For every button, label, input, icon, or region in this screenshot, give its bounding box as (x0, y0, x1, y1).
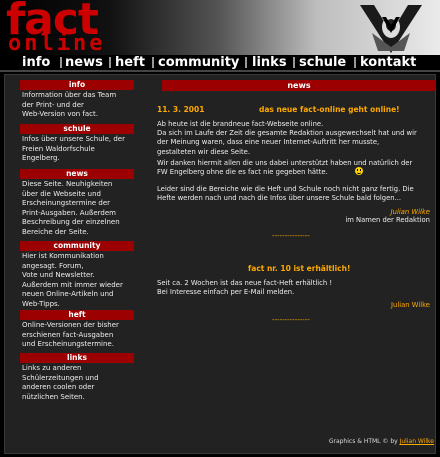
news-divider: --------------- (272, 232, 310, 240)
sidebar-heading[interactable]: heft (20, 310, 134, 320)
sidebar-section-news: news Diese Seite. Neuhigkeiten über die … (20, 169, 134, 237)
sidebar-description: Online-Versionen der bisher erschienen f… (22, 321, 119, 348)
sidebar-description: Hier ist Kommunikation angesagt. Forum, … (22, 252, 123, 308)
sidebar-heading[interactable]: links (20, 353, 134, 363)
nav-item-heft[interactable]: heft (115, 55, 145, 70)
sidebar-section-info: info Information über das Team der Print… (20, 80, 134, 120)
news-divider: --------------- (272, 316, 310, 324)
nav-separator (109, 57, 111, 68)
sidebar-section-community: community Hier ist Kommunikation angesag… (20, 241, 134, 309)
nav-separator (293, 57, 295, 68)
nav-divider (0, 70, 440, 72)
logo-online[interactable]: online (8, 33, 105, 55)
sidebar-heading[interactable]: schule (20, 124, 134, 134)
smiley-icon (355, 167, 363, 175)
nav-item-schule[interactable]: schule (299, 55, 346, 70)
sidebar-section-links: links Links zu anderen Schülerzeitungen … (20, 353, 134, 402)
nav-separator (60, 57, 62, 68)
main-navigation: info news heft community links schule ko… (0, 55, 440, 70)
nav-separator (152, 57, 154, 68)
news-date: 11. 3. 2001 (157, 105, 205, 114)
mascot-logo-icon (360, 5, 422, 53)
sidebar-heading[interactable]: community (20, 241, 134, 251)
news-author: Julian Wilke (391, 301, 430, 309)
footer-credits: Graphics & HTML © by Julian Wilke (329, 438, 434, 446)
nav-item-community[interactable]: community (158, 55, 239, 70)
news-title: fact nr. 10 ist erhältlich! (248, 264, 351, 273)
footer-prefix: Graphics & HTML © by (328, 438, 400, 445)
nav-item-kontakt[interactable]: kontakt (360, 55, 416, 70)
sidebar-section-schule: schule Infos über unsere Schule, der Fre… (20, 124, 134, 164)
sidebar-heading[interactable]: news (20, 169, 134, 179)
news-title: das neue fact-online geht online! (259, 105, 400, 114)
nav-item-links[interactable]: links (252, 55, 287, 70)
news-body: Wir danken hiermit allen die uns dabei u… (157, 159, 413, 177)
sidebar-description: Links zu anderen Schülerzeitungen und an… (22, 364, 99, 401)
footer-author-link[interactable]: Julian Wilke (400, 438, 434, 445)
nav-separator (354, 57, 356, 68)
sidebar-description: Infos über unsere Schule, der Freien Wal… (22, 135, 125, 162)
news-body: Seit ca. 2 Wochen ist das neue fact-Heft… (157, 279, 333, 297)
nav-item-info[interactable]: info (22, 55, 50, 70)
news-body: Ab heute ist die brandneue fact-Webseite… (157, 120, 417, 156)
nav-item-news[interactable]: news (65, 55, 103, 70)
news-signature-line: im Namen der Redaktion (345, 216, 430, 224)
news-body: Leider sind die Bereiche wie die Heft un… (157, 185, 414, 203)
sidebar-description: Information über das Team der Print- und… (22, 91, 117, 118)
sidebar-heading[interactable]: info (20, 80, 134, 90)
sidebar-description: Diese Seite. Neuhigkeiten über die Webse… (22, 180, 120, 236)
site-header: fact online (0, 0, 440, 55)
nav-separator (245, 57, 247, 68)
sidebar-section-heft: heft Online-Versionen der bisher erschie… (20, 310, 134, 350)
main-heading: news (162, 80, 436, 91)
